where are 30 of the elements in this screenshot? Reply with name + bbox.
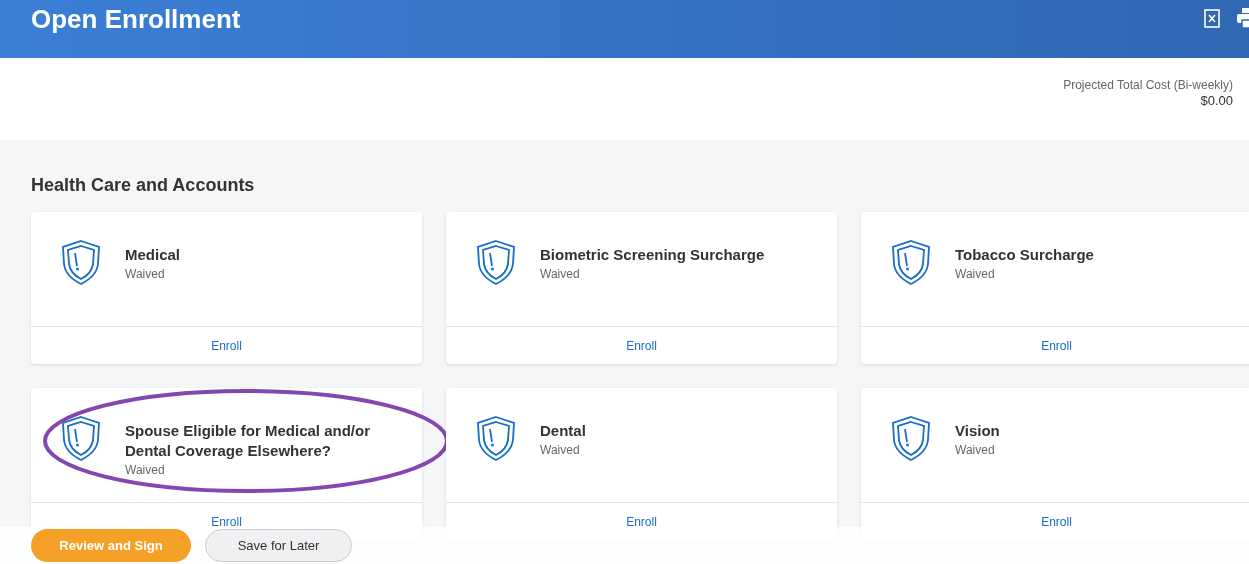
section-heading: Health Care and Accounts	[31, 174, 256, 196]
status-text: Waived	[125, 266, 166, 283]
shield-icon	[892, 240, 930, 285]
enroll-link[interactable]: Enroll	[1041, 512, 1072, 531]
status-text: Waived	[540, 266, 581, 283]
status-text: Waived	[540, 442, 581, 459]
status-text: Waived	[955, 442, 996, 459]
projected-cost-value: $0.00	[1200, 93, 1233, 108]
save-for-later-button[interactable]: Save for Later	[205, 529, 352, 562]
status-text: Waived	[955, 266, 996, 283]
card-title: Dental	[540, 421, 587, 441]
enroll-link[interactable]: Enroll	[1041, 336, 1072, 355]
card-title: Tobacco Surcharge	[955, 245, 1095, 265]
card-title: Vision	[955, 421, 1001, 441]
shield-icon	[892, 416, 930, 461]
shield-icon	[62, 416, 100, 461]
enroll-link[interactable]: Enroll	[626, 336, 657, 355]
shield-icon	[477, 416, 515, 461]
enroll-link[interactable]: Enroll	[626, 512, 657, 531]
enroll-link[interactable]: Enroll	[211, 512, 242, 531]
card-title: Medical	[125, 245, 182, 265]
projected-cost-label: Projected Total Cost (Bi-weekly)	[1063, 78, 1233, 93]
card-title: Biometric Screening Surcharge	[540, 245, 766, 265]
shield-icon	[62, 240, 100, 285]
status-text: Waived	[125, 462, 166, 479]
page-title: Open Enrollment	[31, 3, 241, 35]
enroll-link[interactable]: Enroll	[211, 336, 242, 355]
shield-icon	[477, 240, 515, 285]
card-title: Spouse Eligible for Medical and/or Dental Coverage Elsewhere?	[125, 421, 372, 461]
excel-export-icon[interactable]	[1204, 8, 1220, 28]
